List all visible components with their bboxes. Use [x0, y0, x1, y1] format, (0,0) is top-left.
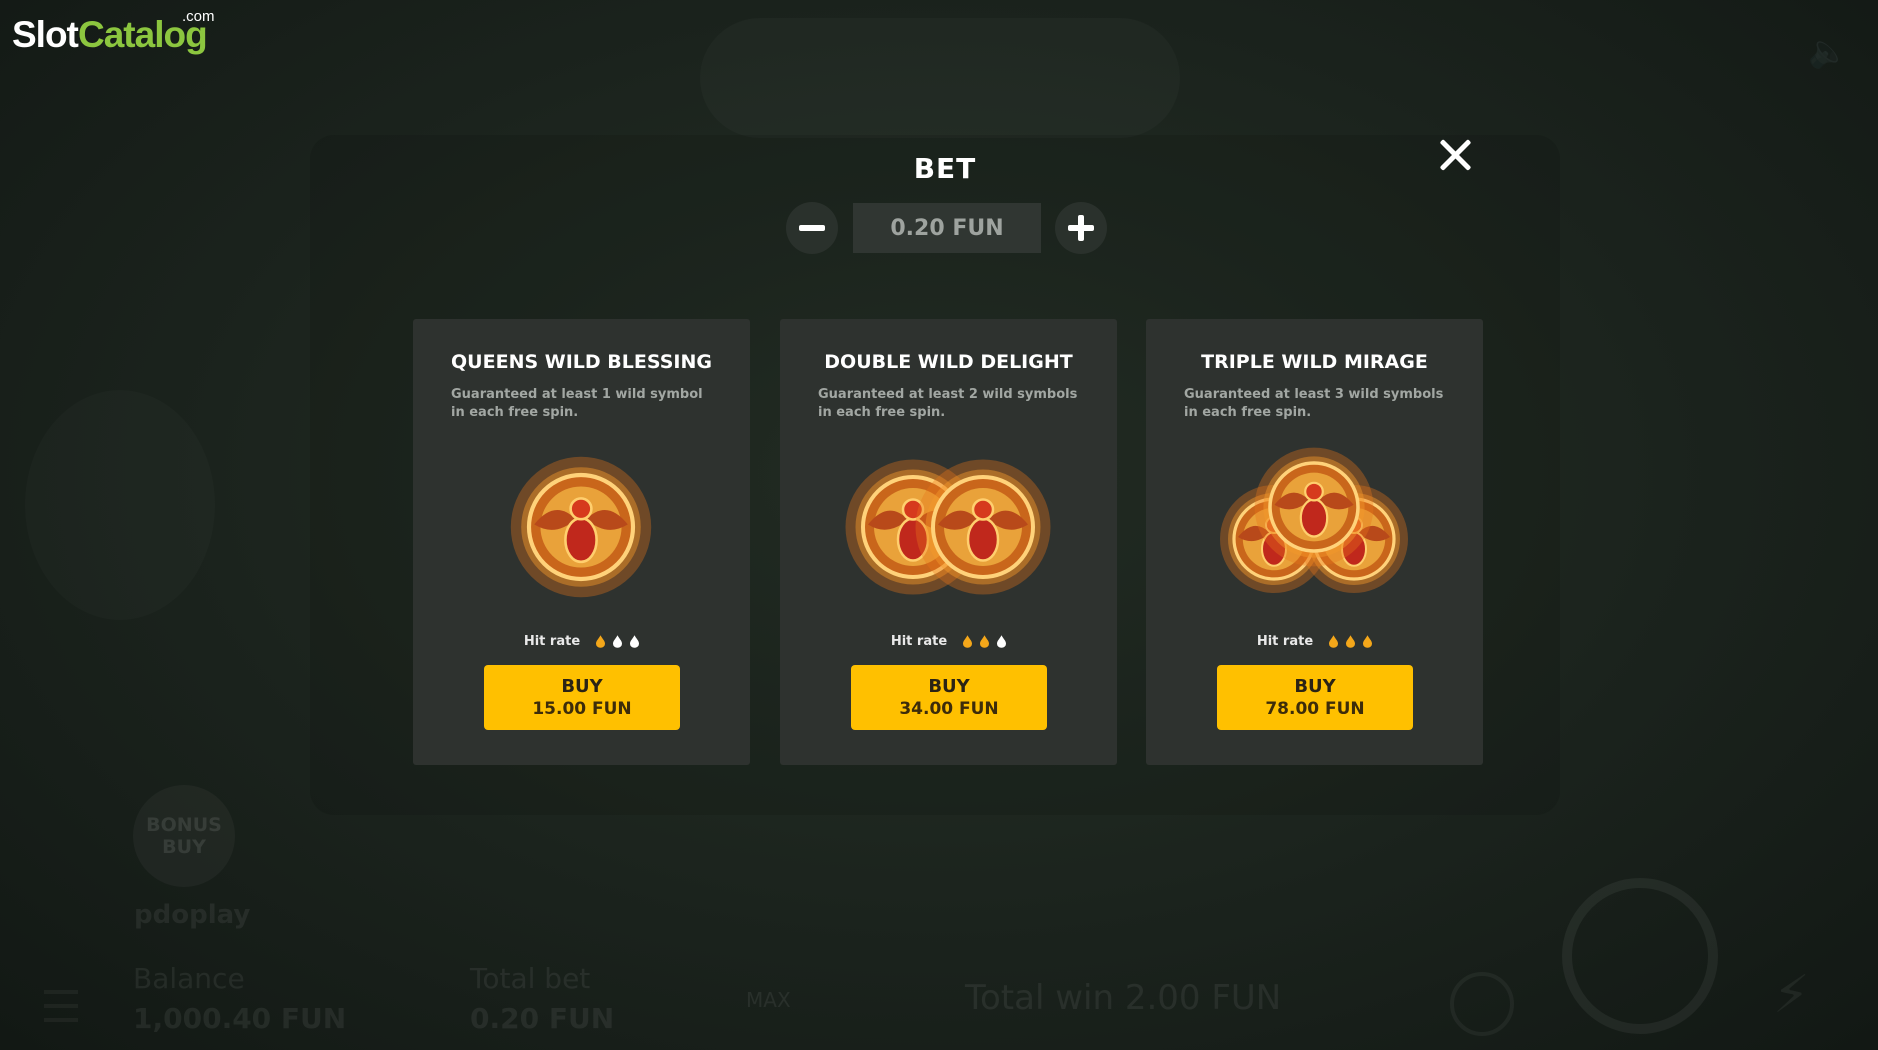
hit-rate: Hit rate: [413, 634, 750, 649]
bonus-card-double-wild-delight: DOUBLE WILD DELIGHT Guaranteed at least …: [780, 319, 1117, 765]
hit-rate-label: Hit rate: [890, 634, 948, 649]
bet-title: BET: [913, 152, 977, 185]
flame-drop-icon: [1363, 635, 1373, 648]
bonus-card-triple-wild-mirage: TRIPLE WILD MIRAGE Guaranteed at least 3…: [1146, 319, 1483, 765]
flame-drop-icon: [980, 635, 990, 648]
buy-button-queens-wild-blessing[interactable]: BUY 15.00 FUN: [484, 665, 680, 730]
card-description: Guaranteed at least 1 wild symbol in eac…: [451, 387, 703, 420]
increase-bet-button[interactable]: [1055, 202, 1107, 254]
card-title: TRIPLE WILD MIRAGE: [1201, 351, 1428, 373]
autoplay-icon: [1450, 972, 1514, 1036]
plus-icon-vertical: [1078, 215, 1084, 241]
scarab-wild-icon: [845, 459, 1051, 595]
buy-label: BUY: [928, 675, 970, 697]
card-title: QUEENS WILD BLESSING: [451, 351, 712, 373]
flame-drop-icon: [963, 635, 973, 648]
hit-rate: Hit rate: [780, 634, 1117, 649]
buy-button-double-wild-delight[interactable]: BUY 34.00 FUN: [851, 665, 1047, 730]
scarab-wild-icon: [510, 456, 652, 598]
logo-slot: Slot: [12, 14, 79, 55]
buy-label: BUY: [1294, 675, 1336, 697]
flame-drop-icon: [997, 635, 1007, 648]
flame-drop-icon: [1329, 635, 1339, 648]
card-description: Guaranteed at least 2 wild symbols in ea…: [818, 387, 1078, 420]
max-label: MAX: [746, 988, 791, 1012]
sound-icon: 🔈: [1808, 32, 1848, 70]
background-brand: pdoplay: [134, 900, 251, 930]
bonus-buy-line1: BONUS: [146, 814, 222, 836]
flame-drop-icon: [596, 635, 606, 648]
menu-icon: [44, 990, 78, 1022]
total-bet-value: 0.20 FUN: [470, 1002, 615, 1035]
buy-price: 78.00 FUN: [1265, 698, 1365, 719]
buy-price: 34.00 FUN: [899, 698, 999, 719]
hit-rate-label: Hit rate: [1256, 634, 1314, 649]
logo-com: .com: [182, 8, 215, 25]
spin-icon: [1562, 878, 1718, 1034]
flame-drop-icon: [613, 635, 623, 648]
hit-rate: Hit rate: [1146, 634, 1483, 649]
buy-price: 15.00 FUN: [532, 698, 632, 719]
buy-label: BUY: [561, 675, 603, 697]
background-game-logo: [700, 18, 1180, 138]
total-win: Total win 2.00 FUN: [965, 978, 1282, 1018]
bonus-buy-line2: BUY: [162, 836, 206, 858]
total-bet-label: Total bet: [470, 962, 591, 995]
background-bonus-buy-button: BONUS BUY: [133, 785, 235, 887]
bonus-card-queens-wild-blessing: QUEENS WILD BLESSING Guaranteed at least…: [413, 319, 750, 765]
card-description: Guaranteed at least 3 wild symbols in ea…: [1184, 387, 1444, 420]
background-ornament: [25, 390, 215, 620]
card-title: DOUBLE WILD DELIGHT: [824, 351, 1073, 373]
balance-value: 1,000.40 FUN: [133, 1002, 347, 1035]
close-icon[interactable]: [1433, 133, 1477, 177]
bet-value: 0.20 FUN: [853, 203, 1041, 253]
balance-label: Balance: [133, 962, 245, 995]
flame-drop-icon: [630, 635, 640, 648]
flame-drop-icon: [1346, 635, 1356, 648]
buy-button-triple-wild-mirage[interactable]: BUY 78.00 FUN: [1217, 665, 1413, 730]
decrease-bet-button[interactable]: [786, 202, 838, 254]
turbo-icon: ⚡: [1773, 965, 1810, 1025]
scarab-wild-icon: [1220, 447, 1408, 593]
minus-icon: [799, 225, 825, 231]
hit-rate-label: Hit rate: [523, 634, 581, 649]
